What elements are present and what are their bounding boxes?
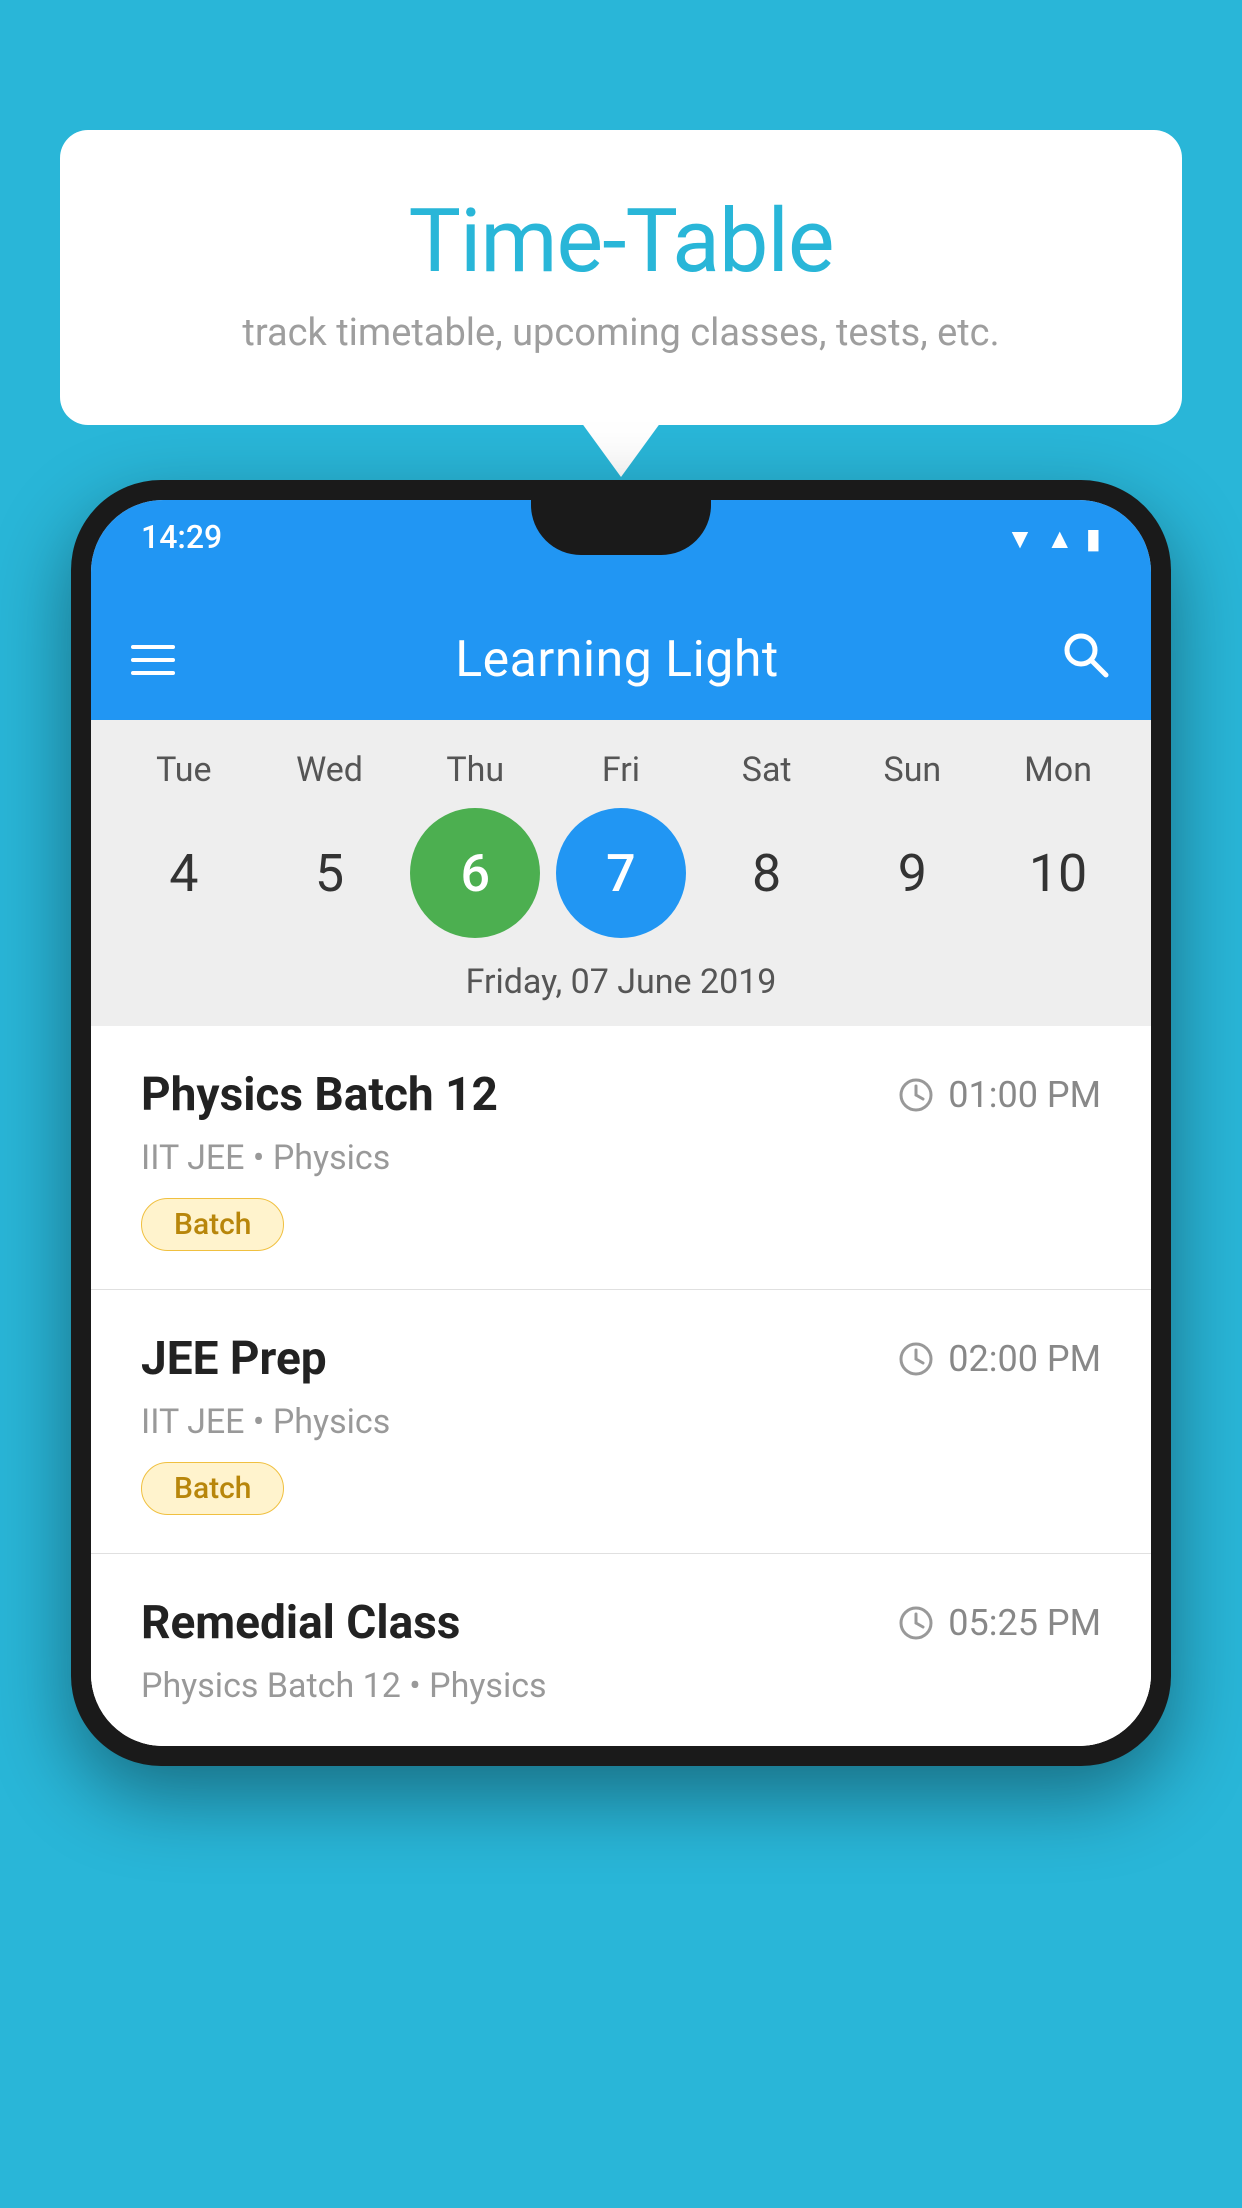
app-title: Learning Light [455, 631, 779, 689]
date-4[interactable]: 4 [119, 808, 249, 938]
status-icons: ▼ ▲ ▮ [1006, 522, 1101, 555]
day-mon: Mon [993, 750, 1123, 790]
date-6-today[interactable]: 6 [410, 808, 540, 938]
wifi-icon: ▼ [1006, 522, 1034, 555]
day-thu: Thu [410, 750, 540, 790]
schedule-title: Remedial Class [141, 1596, 460, 1650]
schedule-subtitle: IIT JEE • Physics [141, 1138, 1101, 1178]
bubble-title: Time-Table [140, 190, 1102, 293]
hamburger-button[interactable] [131, 645, 175, 675]
speech-bubble-area: Time-Table track timetable, upcoming cla… [60, 130, 1182, 425]
day-sat: Sat [702, 750, 832, 790]
app-header: Learning Light [91, 600, 1151, 720]
schedule-time: 02:00 PM [898, 1338, 1101, 1380]
schedule-item-header: JEE Prep 02:00 PM [141, 1332, 1101, 1386]
schedule-item[interactable]: Physics Batch 12 01:00 PM IIT JEE • Phys… [91, 1026, 1151, 1290]
schedule-time: 01:00 PM [898, 1074, 1101, 1116]
bubble-subtitle: track timetable, upcoming classes, tests… [140, 311, 1102, 355]
selected-date-label: Friday, 07 June 2019 [91, 952, 1151, 1026]
day-fri: Fri [556, 750, 686, 790]
status-bar: 14:29 ▼ ▲ ▮ [91, 500, 1151, 600]
day-headers: Tue Wed Thu Fri Sat Sun Mon [91, 750, 1151, 800]
schedule-subtitle: Physics Batch 12 • Physics [141, 1666, 1101, 1706]
schedule-item[interactable]: JEE Prep 02:00 PM IIT JEE • Physics Batc… [91, 1290, 1151, 1554]
schedule-title: Physics Batch 12 [141, 1068, 498, 1122]
date-7-selected[interactable]: 7 [556, 808, 686, 938]
clock-icon [898, 1341, 934, 1377]
phone-outer: 14:29 ▼ ▲ ▮ Learning Light [71, 480, 1171, 1766]
schedule-item-header: Remedial Class 05:25 PM [141, 1596, 1101, 1650]
batch-badge: Batch [141, 1462, 284, 1515]
clock-icon [898, 1077, 934, 1113]
schedule-subtitle: IIT JEE • Physics [141, 1402, 1101, 1442]
batch-badge: Batch [141, 1198, 284, 1251]
signal-icon: ▲ [1046, 522, 1074, 555]
notch [531, 500, 711, 555]
status-time: 14:29 [141, 518, 222, 556]
clock-icon [898, 1605, 934, 1641]
date-5[interactable]: 5 [265, 808, 395, 938]
phone-mockup: 14:29 ▼ ▲ ▮ Learning Light [71, 480, 1171, 1766]
date-8[interactable]: 8 [702, 808, 832, 938]
date-10[interactable]: 10 [993, 808, 1123, 938]
schedule-item[interactable]: Remedial Class 05:25 PM Physics Batch 12… [91, 1554, 1151, 1746]
schedule-list: Physics Batch 12 01:00 PM IIT JEE • Phys… [91, 1026, 1151, 1746]
day-tue: Tue [119, 750, 249, 790]
date-9[interactable]: 9 [847, 808, 977, 938]
speech-bubble: Time-Table track timetable, upcoming cla… [60, 130, 1182, 425]
calendar-section: Tue Wed Thu Fri Sat Sun Mon 4 5 6 7 8 9 … [91, 720, 1151, 1026]
schedule-item-header: Physics Batch 12 01:00 PM [141, 1068, 1101, 1122]
phone-screen: 14:29 ▼ ▲ ▮ Learning Light [91, 500, 1151, 1746]
date-row: 4 5 6 7 8 9 10 [91, 800, 1151, 952]
day-sun: Sun [847, 750, 977, 790]
schedule-time: 05:25 PM [898, 1602, 1101, 1644]
schedule-title: JEE Prep [141, 1332, 327, 1386]
battery-icon: ▮ [1086, 522, 1101, 555]
search-button[interactable] [1059, 628, 1111, 693]
day-wed: Wed [265, 750, 395, 790]
